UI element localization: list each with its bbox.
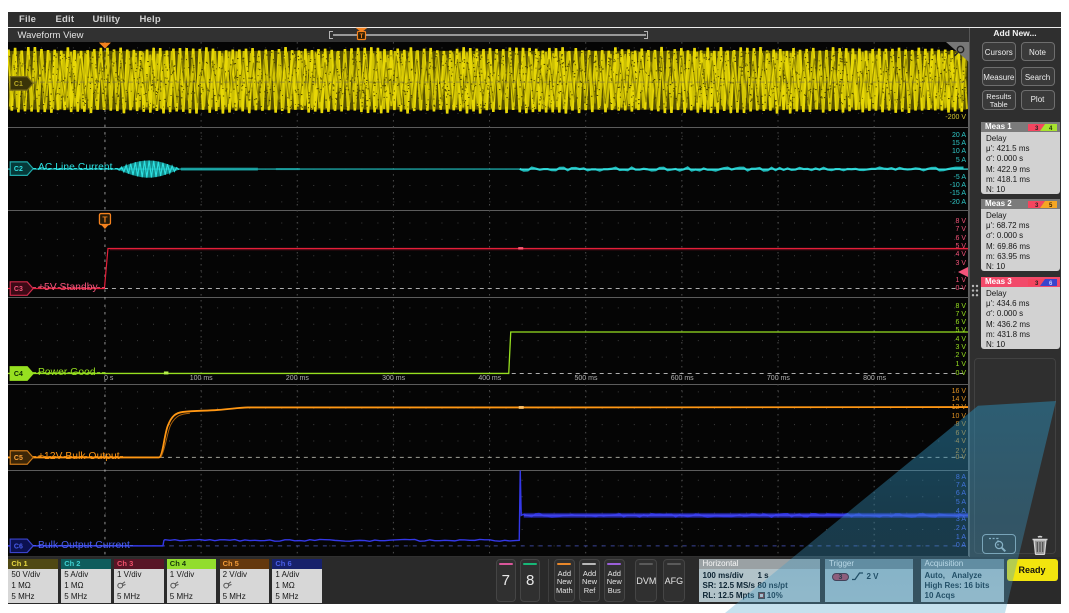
svg-text:T: T (360, 33, 364, 40)
svg-text:C2: C2 (14, 166, 23, 173)
svg-text:C1: C1 (14, 81, 23, 88)
svg-text:C4: C4 (14, 371, 23, 378)
svg-text:T: T (102, 214, 108, 224)
svg-text:C3: C3 (14, 286, 23, 293)
svg-text:C5: C5 (14, 455, 23, 462)
svg-text:C6: C6 (14, 543, 23, 550)
